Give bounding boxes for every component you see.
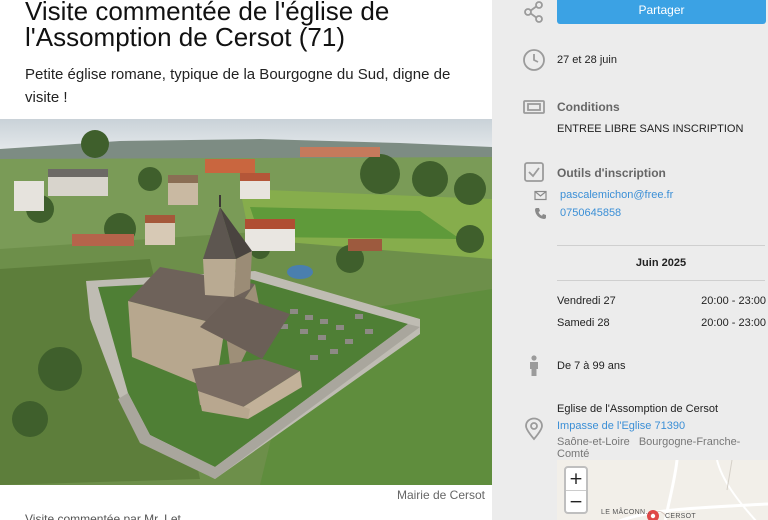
- page-title: Visite commentée de l'église de l'Assomp…: [25, 0, 390, 52]
- schedule-time: 20:00 - 23:00: [701, 295, 766, 307]
- description-text: Visite commentée par Mr. Let...: [25, 512, 191, 520]
- checkbox-icon: [522, 160, 546, 184]
- share-button[interactable]: Partager: [557, 0, 766, 24]
- map-label: CERSOT: [665, 513, 696, 520]
- schedule-divider: [557, 245, 765, 246]
- photo-credit: Mairie de Cersot: [396, 488, 485, 502]
- map-label: LE MÂCONN...: [601, 509, 653, 516]
- schedule-day: Vendredi 27: [557, 295, 616, 307]
- clock-icon: [522, 48, 546, 72]
- schedule-row: Vendredi 27 20:00 - 23:00: [557, 295, 766, 307]
- schedule-day: Samedi 28: [557, 317, 610, 329]
- schedule-row: Samedi 28 20:00 - 23:00: [557, 317, 766, 329]
- location-department: Saône-et-Loire: [557, 436, 630, 448]
- ticket-icon: [522, 95, 546, 119]
- church-aerial-photo: [0, 119, 492, 485]
- event-subtitle: Petite église romane, typique de la Bour…: [25, 66, 451, 106]
- location-region-line: Saône-et-Loire Bourgogne-Franche-Comté: [557, 436, 768, 460]
- zoom-out-button[interactable]: −: [566, 490, 586, 512]
- person-icon: [522, 354, 546, 378]
- registration-heading: Outils d'inscription: [557, 166, 666, 180]
- conditions-heading: Conditions: [557, 100, 620, 114]
- schedule-divider: [557, 280, 765, 281]
- share-icon[interactable]: [522, 0, 546, 24]
- age-range: De 7 à 99 ans: [557, 360, 626, 372]
- schedule-time: 20:00 - 23:00: [701, 317, 766, 329]
- email-link[interactable]: pascalemichon@free.fr: [560, 189, 673, 201]
- event-sidebar: Partager 27 et 28 juin Conditions ENTREE…: [492, 0, 768, 520]
- phone-link[interactable]: 0750645858: [560, 207, 621, 219]
- location-map[interactable]: + − LE MÂCONN... CERSOT: [557, 460, 768, 520]
- location-name: Eglise de l'Assomption de Cersot: [557, 403, 719, 415]
- dates-summary: 27 et 28 juin: [557, 54, 617, 66]
- envelope-icon: [534, 189, 547, 202]
- location-street-link[interactable]: Impasse de l'Eglise 71390: [557, 420, 685, 432]
- schedule-month: Juin 2025: [635, 257, 687, 269]
- phone-icon: [534, 207, 547, 220]
- zoom-in-button[interactable]: +: [566, 468, 586, 490]
- main-content: Visite commentée de l'église de l'Assomp…: [0, 0, 492, 520]
- map-zoom-control: + −: [564, 466, 588, 514]
- map-pin-icon: [522, 417, 546, 441]
- conditions-text: ENTREE LIBRE SANS INSCRIPTION: [557, 123, 744, 135]
